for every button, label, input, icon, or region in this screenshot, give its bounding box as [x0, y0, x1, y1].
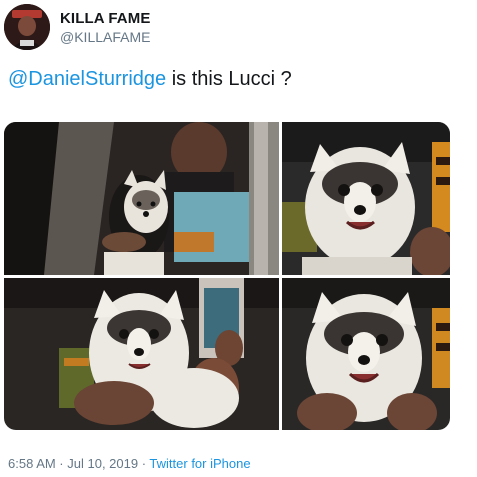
media-photo-3[interactable] [4, 278, 279, 430]
tweet-meta: 6:58 AM · Jul 10, 2019 · Twitter for iPh… [8, 456, 251, 471]
mention-link[interactable]: @DanielSturridge [8, 68, 166, 90]
media-photo-4[interactable] [282, 278, 450, 430]
source-link[interactable]: Twitter for iPhone [149, 456, 250, 471]
avatar[interactable] [4, 4, 50, 50]
avatar-image [4, 4, 50, 50]
meta-separator: · [138, 456, 150, 471]
tweet-text-body: is this Lucci ? [166, 68, 292, 90]
author-name[interactable]: KILLA FAME [60, 10, 150, 27]
media-photo-1[interactable] [4, 122, 279, 275]
tweet-text: @DanielSturridge is this Lucci ? [8, 68, 292, 91]
media-grid [4, 122, 450, 430]
timestamp[interactable]: 6:58 AM · Jul 10, 2019 [8, 456, 138, 471]
author-handle[interactable]: @KILLAFAME [60, 29, 150, 45]
tweet: KILLA FAME @KILLAFAME @DanielSturridge i… [0, 0, 477, 477]
media-photo-2[interactable] [282, 122, 450, 275]
